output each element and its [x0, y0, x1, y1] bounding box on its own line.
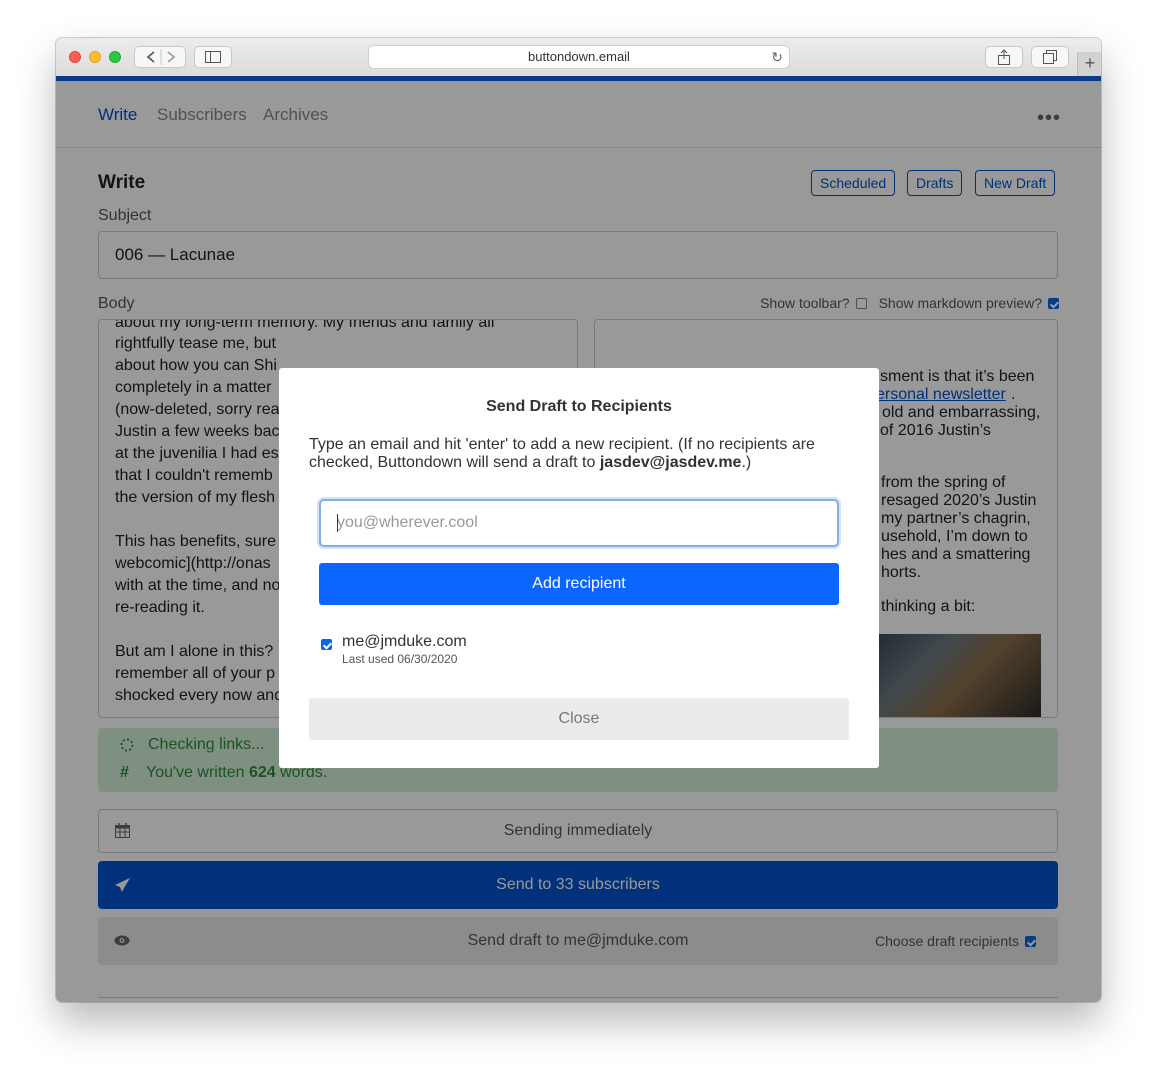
- modal-description-end: .): [741, 454, 752, 471]
- share-icon: [998, 49, 1010, 65]
- recipient-email-input[interactable]: you@wherever.cool: [319, 499, 839, 547]
- sidebar-toggle-button[interactable]: [194, 46, 232, 68]
- share-button[interactable]: [985, 46, 1023, 68]
- tabs-overview-button[interactable]: [1031, 46, 1069, 68]
- reload-icon[interactable]: ↻: [771, 46, 783, 68]
- history-nav-buttons: [134, 46, 186, 68]
- modal-backdrop[interactable]: Send Draft to Recipients Type an email a…: [56, 81, 1101, 1002]
- zoom-window-icon[interactable]: [109, 51, 121, 63]
- sidebar-icon: [205, 51, 221, 63]
- modal-title: Send Draft to Recipients: [486, 398, 672, 415]
- tabs-icon: [1043, 50, 1057, 64]
- add-recipient-button[interactable]: Add recipient: [319, 563, 839, 605]
- send-draft-modal: Send Draft to Recipients Type an email a…: [279, 368, 879, 768]
- new-tab-icon[interactable]: +: [1077, 52, 1101, 76]
- url-text: buttondown.email: [528, 49, 630, 64]
- address-bar[interactable]: buttondown.email ↻: [368, 45, 790, 69]
- recipient-email: me@jmduke.com: [342, 633, 467, 650]
- close-modal-button[interactable]: Close: [309, 698, 849, 740]
- default-email: jasdev@jasdev.me: [599, 454, 742, 471]
- close-window-icon[interactable]: [69, 51, 81, 63]
- modal-description: Type an email and hit 'enter' to add a n…: [309, 436, 849, 472]
- recipient-email-placeholder: you@wherever.cool: [337, 514, 478, 531]
- back-forward-icon[interactable]: [135, 47, 185, 67]
- browser-toolbar: buttondown.email ↻ +: [56, 38, 1101, 77]
- recipient-checkbox[interactable]: [321, 639, 332, 650]
- recipient-last-used: Last used 06/30/2020: [342, 652, 458, 666]
- browser-window: buttondown.email ↻ + Write Subscribers A…: [56, 38, 1101, 1002]
- text-caret: [337, 514, 338, 532]
- minimize-window-icon[interactable]: [89, 51, 101, 63]
